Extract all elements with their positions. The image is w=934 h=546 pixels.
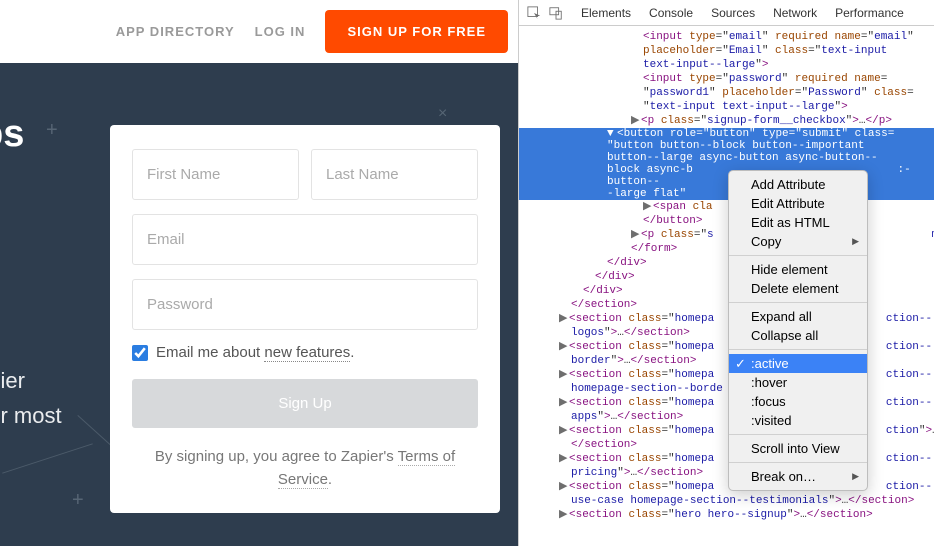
- tree-node[interactable]: ▶<section class="homepa ction--: [519, 368, 934, 382]
- tree-node[interactable]: ▶<section class="homepa ction--: [519, 312, 934, 326]
- newsletter-checkbox-row[interactable]: Email me about new features.: [132, 344, 478, 361]
- nav-log-in[interactable]: LOG IN: [255, 24, 306, 39]
- check-icon: ✓: [735, 356, 746, 372]
- tree-node[interactable]: pricing">…</section>: [519, 466, 934, 480]
- deco-line: [2, 443, 93, 473]
- ctx-separator: [729, 462, 867, 463]
- tree-node-selected[interactable]: button--large async-button async-button-…: [519, 152, 934, 164]
- ctx-delete-element[interactable]: Delete element: [729, 279, 867, 298]
- tree-node-selected[interactable]: "button button--block button--important: [519, 140, 934, 152]
- first-name-input[interactable]: [132, 149, 299, 200]
- tab-network[interactable]: Network: [773, 6, 817, 20]
- tree-node[interactable]: apps">…</section>: [519, 410, 934, 424]
- ctx-separator: [729, 349, 867, 350]
- ctx-add-attribute[interactable]: Add Attribute: [729, 175, 867, 194]
- plus-icon: +: [46, 119, 58, 142]
- tree-node-selected[interactable]: -large flat": [519, 188, 934, 200]
- hero-section: + × + ps apier our most Email me about n…: [0, 63, 518, 546]
- page-content: APP DIRECTORY LOG IN SIGN UP FOR FREE + …: [0, 0, 518, 546]
- hero-heading-fragment: ps: [0, 113, 24, 156]
- new-features-link[interactable]: new features: [264, 344, 350, 362]
- tree-node[interactable]: </div>: [519, 256, 934, 270]
- tree-node[interactable]: homepage-section--borde: [519, 382, 934, 396]
- tree-node[interactable]: placeholder="Email" class="text-input: [519, 44, 934, 58]
- x-icon: ×: [438, 105, 447, 123]
- devtools-tabs: Elements Console Sources Network Perform…: [581, 6, 904, 20]
- email-input[interactable]: [132, 214, 478, 265]
- ctx-collapse-all[interactable]: Collapse all: [729, 326, 867, 345]
- signup-free-button[interactable]: SIGN UP FOR FREE: [325, 10, 508, 53]
- tree-node[interactable]: "text-input text-input--large">: [519, 100, 934, 114]
- tree-node[interactable]: ▶<section class="homepa ction--: [519, 396, 934, 410]
- tab-performance[interactable]: Performance: [835, 6, 904, 20]
- ctx-edit-as-html[interactable]: Edit as HTML: [729, 213, 867, 232]
- signup-form-card: Email me about new features. Sign Up By …: [110, 125, 500, 513]
- nav-app-directory[interactable]: APP DIRECTORY: [116, 24, 235, 39]
- tree-node[interactable]: </section>: [519, 298, 934, 312]
- ctx-separator: [729, 255, 867, 256]
- tree-node[interactable]: </button>: [519, 214, 934, 228]
- tree-node[interactable]: ▶<section class="homepa ction--: [519, 340, 934, 354]
- ctx-state-hover[interactable]: :hover: [729, 373, 867, 392]
- hero-subtext: apier our most: [0, 363, 62, 433]
- tree-node[interactable]: ▶<p class="signup-form__checkbox">…</p>: [519, 114, 934, 128]
- signup-submit-button[interactable]: Sign Up: [132, 379, 478, 428]
- tree-node[interactable]: ▶<section class="homepa ction--: [519, 480, 934, 494]
- top-navbar: APP DIRECTORY LOG IN SIGN UP FOR FREE: [0, 0, 518, 63]
- tree-node-selected[interactable]: ▼<button role="button" type="submit" cla…: [519, 128, 934, 140]
- tree-node[interactable]: </div>: [519, 284, 934, 298]
- tree-node[interactable]: </form>: [519, 242, 934, 256]
- last-name-input[interactable]: [311, 149, 478, 200]
- tab-console[interactable]: Console: [649, 6, 693, 20]
- tree-node[interactable]: ▶<section class="hero hero--signup">…</s…: [519, 508, 934, 522]
- ctx-copy[interactable]: Copy: [729, 232, 867, 251]
- elements-tree[interactable]: <input type="email" required name="email…: [519, 26, 934, 526]
- tree-node[interactable]: </section>: [519, 438, 934, 452]
- devtools-panel: Elements Console Sources Network Perform…: [518, 0, 934, 546]
- tab-elements[interactable]: Elements: [581, 6, 631, 20]
- tree-node[interactable]: <input type="email" required name="email…: [519, 30, 934, 44]
- tree-node-selected[interactable]: block async-b :-button--: [519, 164, 934, 188]
- ctx-break-on[interactable]: Break on…: [729, 467, 867, 486]
- password-input[interactable]: [132, 279, 478, 330]
- ctx-state-focus[interactable]: :focus: [729, 392, 867, 411]
- ctx-scroll-into-view[interactable]: Scroll into View: [729, 439, 867, 458]
- device-icon[interactable]: [549, 6, 563, 20]
- ctx-hide-element[interactable]: Hide element: [729, 260, 867, 279]
- tree-node[interactable]: ▶<p class="s ms">…</p>: [519, 228, 934, 242]
- tree-node[interactable]: ▶<section class="homepa ction--: [519, 452, 934, 466]
- tree-node[interactable]: ▶<span cla pan>: [519, 200, 934, 214]
- tab-sources[interactable]: Sources: [711, 6, 755, 20]
- tree-node[interactable]: text-input--large">: [519, 58, 934, 72]
- plus-icon: +: [72, 489, 84, 512]
- inspect-icon[interactable]: [527, 6, 541, 20]
- ctx-expand-all[interactable]: Expand all: [729, 307, 867, 326]
- tree-node[interactable]: border">…</section>: [519, 354, 934, 368]
- tree-node[interactable]: use-case homepage-section--testimonials"…: [519, 494, 934, 508]
- ctx-state-active[interactable]: ✓:active: [729, 354, 867, 373]
- newsletter-label: Email me about new features.: [156, 344, 354, 361]
- tree-node[interactable]: ▶<section class="homepa ction">…: [519, 424, 934, 438]
- ctx-separator: [729, 302, 867, 303]
- ctx-separator: [729, 434, 867, 435]
- newsletter-checkbox[interactable]: [132, 345, 148, 361]
- ctx-edit-attribute[interactable]: Edit Attribute: [729, 194, 867, 213]
- terms-text: By signing up, you agree to Zapier's Ter…: [132, 446, 478, 491]
- ctx-state-visited[interactable]: :visited: [729, 411, 867, 430]
- context-menu: Add Attribute Edit Attribute Edit as HTM…: [728, 170, 868, 491]
- devtools-toolbar: Elements Console Sources Network Perform…: [519, 0, 934, 26]
- tree-node[interactable]: "password1" placeholder="Password" class…: [519, 86, 934, 100]
- tree-node[interactable]: </div>: [519, 270, 934, 284]
- tree-node[interactable]: logos">…</section>: [519, 326, 934, 340]
- tree-node[interactable]: <input type="password" required name=: [519, 72, 934, 86]
